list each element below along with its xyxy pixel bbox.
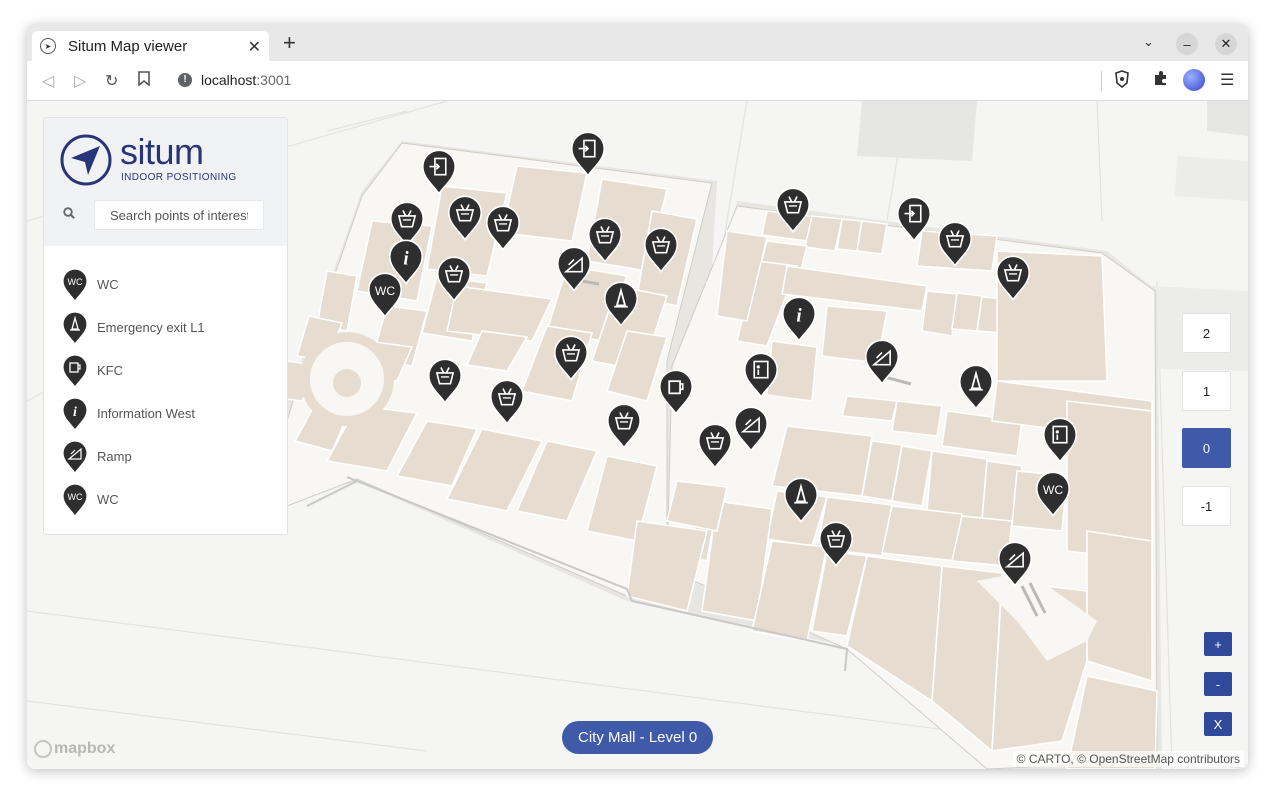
map-marker-ramp-icon[interactable] (864, 339, 900, 390)
poi-panel: situm INDOOR POSITIONING WC WC Emergency e… (43, 117, 288, 535)
svg-text:WC: WC (68, 492, 83, 502)
svg-text:i: i (796, 306, 802, 327)
level-button[interactable]: 1 (1182, 371, 1231, 411)
map-attribution[interactable]: © CARTO, © OpenStreetMap contributors (1012, 751, 1244, 767)
site-info-icon[interactable]: ! (178, 73, 192, 87)
url-divider (1101, 71, 1102, 91)
level-button[interactable]: 0 (1182, 428, 1231, 468)
new-tab-button[interactable]: + (283, 32, 296, 54)
poi-label: Emergency exit L1 (97, 320, 205, 335)
browser-tab[interactable]: ➤ Situm Map viewer ✕ (32, 31, 269, 61)
svg-text:i: i (403, 249, 409, 270)
wc-icon: WC (62, 267, 88, 302)
map-marker-basket-icon[interactable] (818, 521, 854, 572)
profile-avatar[interactable] (1183, 69, 1205, 91)
map-marker-basket-icon[interactable] (606, 403, 642, 454)
info-icon: i (62, 396, 88, 431)
menu-icon[interactable]: ☰ (1220, 70, 1234, 90)
building-level-label[interactable]: City Mall - Level 0 (562, 721, 714, 754)
brand-name: situm (120, 131, 204, 172)
map-marker-exit-door-icon[interactable] (570, 131, 606, 182)
map-marker-basket-icon[interactable] (587, 217, 623, 268)
map-marker-basket-icon[interactable] (553, 335, 589, 386)
map-marker-basket-icon[interactable] (436, 256, 472, 307)
poi-list-item[interactable]: WC WC (44, 263, 287, 306)
map-marker-emergency-cone-icon[interactable] (603, 281, 639, 332)
map-marker-ramp-icon[interactable] (733, 406, 769, 457)
address-toolbar: ◁ ▷ ↻ ! localhost:3001 ☰ (27, 61, 1248, 101)
mapbox-wordmark: mapbox (54, 740, 116, 757)
tab-list-chevron-icon[interactable]: ⌄ (1143, 34, 1154, 50)
map-marker-basket-icon[interactable] (427, 358, 463, 409)
url-field[interactable]: localhost:3001 (201, 72, 291, 88)
back-icon[interactable]: ◁ (42, 71, 54, 91)
map-viewport[interactable]: i i WC WC situm INDOOR POSITIONING WC WC Emer… (27, 101, 1248, 769)
map-marker-basket-icon[interactable] (485, 205, 521, 256)
coffee-icon (62, 353, 88, 388)
ramp-icon (62, 439, 88, 474)
situm-favicon-icon: ➤ (40, 38, 56, 54)
map-marker-exit-door-icon[interactable] (896, 196, 932, 247)
bookmark-icon[interactable] (138, 71, 150, 91)
map-marker-ramp-icon[interactable] (556, 246, 592, 297)
zoom-out-button[interactable]: - (1204, 672, 1232, 696)
map-marker-wc-icon[interactable]: WC (1035, 471, 1071, 522)
map-marker-basket-icon[interactable] (937, 221, 973, 272)
poi-label: WC (97, 277, 119, 292)
map-marker-emergency-cone-icon[interactable] (958, 364, 994, 415)
map-marker-wc-icon[interactable]: WC (367, 272, 403, 323)
mapbox-logo[interactable]: mapbox (34, 740, 115, 758)
search-icon (63, 207, 75, 219)
browser-window: ➤ Situm Map viewer ✕ + ⌄ – ✕ ◁ ▷ ↻ ! loc… (27, 24, 1248, 769)
search-input[interactable] (94, 200, 264, 230)
poi-list-item[interactable]: i Information West (44, 392, 287, 435)
reset-button[interactable]: X (1204, 712, 1232, 736)
level-button[interactable]: 2 (1182, 313, 1231, 353)
map-marker-basket-icon[interactable] (995, 255, 1031, 306)
poi-label: Ramp (97, 449, 132, 464)
poi-label: WC (97, 492, 119, 507)
svg-text:WC: WC (375, 284, 395, 298)
close-window-button[interactable]: ✕ (1215, 33, 1237, 55)
brave-shield-icon[interactable] (1114, 70, 1130, 93)
map-marker-basket-icon[interactable] (447, 195, 483, 246)
svg-text:WC: WC (68, 277, 83, 287)
level-button[interactable]: -1 (1182, 486, 1231, 526)
map-marker-basket-icon[interactable] (489, 379, 525, 430)
forward-icon[interactable]: ▷ (74, 71, 86, 91)
poi-list-item[interactable]: Emergency exit L1 (44, 306, 287, 349)
situm-logo-icon (60, 134, 112, 186)
map-marker-coffee-icon[interactable] (658, 369, 694, 420)
extensions-icon[interactable] (1153, 70, 1169, 91)
map-marker-emergency-cone-icon[interactable] (783, 477, 819, 528)
map-marker-info-icon[interactable]: i (781, 296, 817, 347)
svg-text:i: i (73, 405, 77, 420)
map-marker-elevator-icon[interactable] (1042, 417, 1078, 468)
wc-icon: WC (62, 482, 88, 517)
mapbox-logo-icon (34, 740, 52, 758)
poi-list: WC WC Emergency exit L1 KFC i Information Wes… (44, 263, 287, 521)
poi-list-item[interactable]: WC WC (44, 478, 287, 521)
poi-label: Information West (97, 406, 196, 421)
map-marker-elevator-icon[interactable] (743, 352, 779, 403)
map-marker-basket-icon[interactable] (643, 227, 679, 278)
close-tab-icon[interactable]: ✕ (248, 37, 261, 57)
tab-strip: ➤ Situm Map viewer ✕ + ⌄ – ✕ (27, 24, 1248, 61)
svg-text:WC: WC (1043, 483, 1063, 497)
map-marker-exit-door-icon[interactable] (421, 149, 457, 200)
tab-title: Situm Map viewer (68, 37, 188, 55)
reload-icon[interactable]: ↻ (105, 71, 118, 91)
map-marker-basket-icon[interactable] (775, 187, 811, 238)
map-marker-ramp-icon[interactable] (997, 541, 1033, 592)
poi-label: KFC (97, 363, 123, 378)
panel-header: situm INDOOR POSITIONING (44, 118, 287, 246)
poi-list-item[interactable]: Ramp (44, 435, 287, 478)
emergency-cone-icon (62, 310, 88, 345)
minimize-button[interactable]: – (1176, 33, 1198, 55)
brand-subtitle: INDOOR POSITIONING (121, 172, 237, 183)
zoom-in-button[interactable]: + (1204, 632, 1232, 656)
map-marker-basket-icon[interactable] (697, 423, 733, 474)
poi-list-item[interactable]: KFC (44, 349, 287, 392)
